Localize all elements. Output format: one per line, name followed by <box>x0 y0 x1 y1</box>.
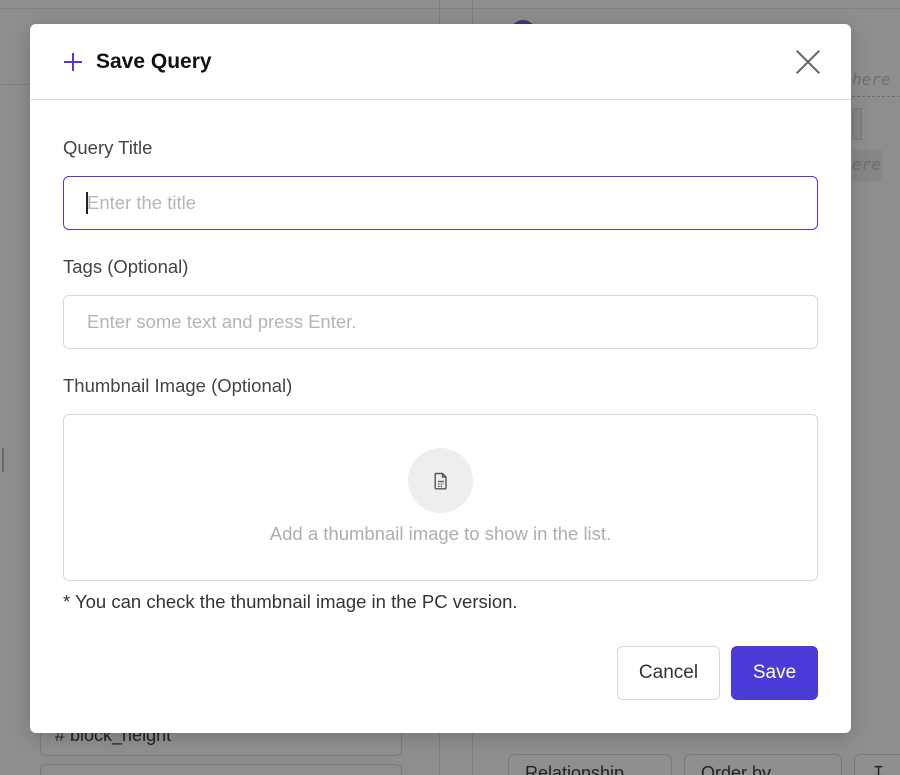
sort-button: ↧ <box>854 754 900 775</box>
condition-box <box>852 108 862 140</box>
thumbnail-note: * You can check the thumbnail image in t… <box>63 591 518 612</box>
file-document-icon <box>408 448 473 513</box>
thumbnail-hint: Add a thumbnail image to show in the lis… <box>269 523 612 544</box>
thumbnail-dropzone[interactable]: Add a thumbnail image to show in the lis… <box>63 414 818 581</box>
cancel-button[interactable]: Cancel <box>617 646 720 700</box>
save-query-modal: Save Query Query Title Tags (Optional) T… <box>30 24 851 733</box>
relationship-button: Relationship <box>508 754 672 775</box>
modal-header: Save Query <box>30 24 851 100</box>
modal-title: Save Query <box>96 49 212 73</box>
resize-handle <box>2 448 4 472</box>
plus-icon <box>63 52 83 72</box>
where-placeholder: ere <box>852 155 881 174</box>
tags-label: Tags (Optional) <box>63 256 189 277</box>
query-title-label: Query Title <box>63 137 153 158</box>
query-title-input[interactable] <box>63 176 818 230</box>
thumbnail-label: Thumbnail Image (Optional) <box>63 375 293 396</box>
column-item <box>40 764 402 775</box>
save-button[interactable]: Save <box>731 646 818 700</box>
divider <box>852 96 900 97</box>
text-cursor <box>86 192 88 214</box>
tags-input[interactable] <box>63 295 818 349</box>
where-placeholder: here <box>852 70 891 89</box>
file-document-icon <box>434 472 447 489</box>
close-icon[interactable] <box>795 49 821 75</box>
order-by-button: Order by <box>684 754 842 775</box>
